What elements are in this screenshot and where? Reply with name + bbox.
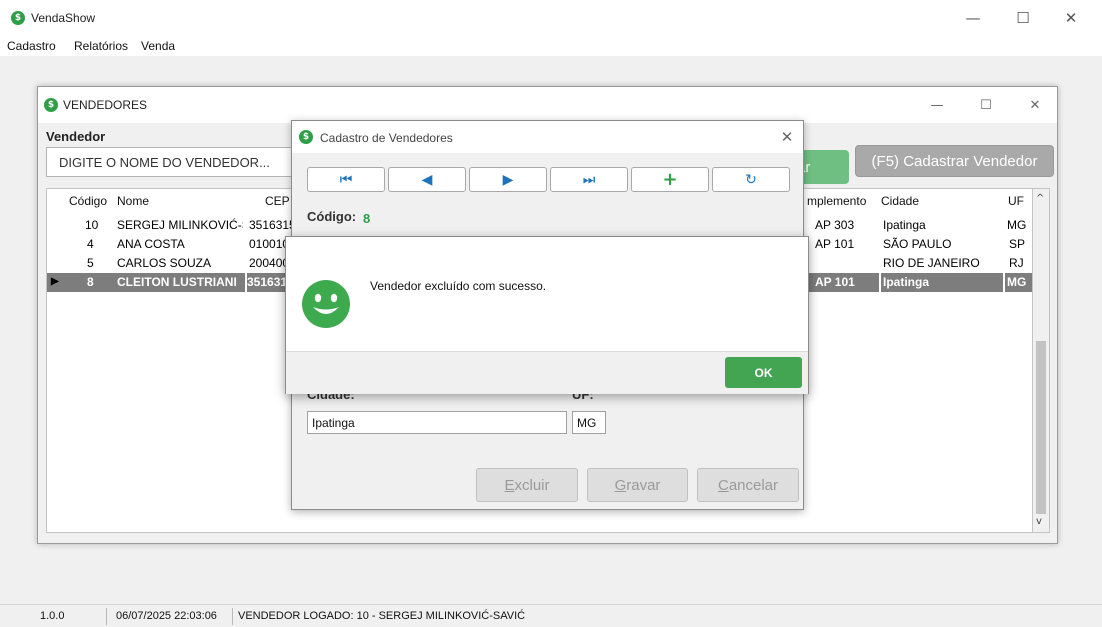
grid-vertical-scrollbar[interactable]: ^ v: [1033, 188, 1050, 533]
codigo-value: 8: [363, 211, 371, 226]
cell-uf: MG: [1007, 275, 1027, 289]
refresh-button[interactable]: ↻: [712, 167, 790, 192]
vendedor-label: Vendedor: [46, 129, 106, 144]
cadastro-titlebar: $ Cadastro de Vendedores: [292, 121, 803, 153]
window-title: VendaShow: [31, 11, 96, 25]
cell-codigo: 5: [87, 256, 94, 270]
menu-relatorios[interactable]: Relatórios: [74, 39, 128, 53]
gravar-button[interactable]: Gravar: [587, 468, 688, 502]
cell-uf: MG: [1007, 218, 1027, 232]
uf-input[interactable]: MG: [572, 411, 606, 434]
app-logo-icon: $: [44, 98, 58, 112]
cell-nome: CLEITON LUSTRIANI: [117, 275, 237, 289]
status-bar: 1.0.0 06/07/2025 22:03:06 VENDEDOR LOGAD…: [0, 604, 1102, 627]
cidade-input[interactable]: Ipatinga: [307, 411, 567, 434]
header-uf[interactable]: UF: [1008, 194, 1024, 208]
vendedores-titlebar: $ VENDEDORES — ☐ ✕: [38, 87, 1057, 123]
scroll-thumb[interactable]: [1036, 341, 1046, 514]
message-dialog: Vendedor excluído com sucesso. OK: [285, 236, 809, 394]
last-icon: ⏭: [582, 171, 596, 188]
cadastro-title: Cadastro de Vendedores: [320, 131, 453, 145]
previous-icon: ◀: [421, 171, 433, 188]
previous-record-button[interactable]: ◀: [388, 167, 466, 192]
ok-button[interactable]: OK: [725, 357, 802, 388]
menu-bar: Cadastro Relatórios Venda: [0, 36, 1102, 56]
cell-codigo: 4: [87, 237, 94, 251]
plus-icon: +: [662, 169, 678, 190]
cell-cidade: Ipatinga: [883, 218, 926, 232]
main-titlebar: $ VendaShow — ☐ ✕: [0, 0, 1102, 36]
header-nome[interactable]: Nome: [117, 194, 149, 208]
cell-uf: SP: [1009, 237, 1026, 251]
cadastro-close-button[interactable]: ✕: [775, 126, 799, 148]
cell-codigo: 10: [85, 218, 99, 232]
header-cidade[interactable]: Cidade: [881, 194, 919, 208]
cell-cidade: Ipatinga: [883, 275, 930, 289]
refresh-icon: ↻: [745, 171, 757, 188]
close-button[interactable]: ✕: [1048, 4, 1094, 32]
menu-venda[interactable]: Venda: [141, 39, 175, 53]
cell-nome: CARLOS SOUZA: [117, 256, 212, 270]
app-logo-icon: $: [11, 11, 25, 25]
maximize-button[interactable]: ☐: [1000, 4, 1046, 32]
header-complemento[interactable]: mplemento: [807, 194, 866, 208]
cell-codigo: 8: [87, 275, 94, 289]
child-minimize-button[interactable]: —: [922, 95, 952, 115]
child-close-button[interactable]: ✕: [1020, 95, 1050, 115]
cell-nome: ANA COSTA: [117, 237, 185, 251]
cell-cep: 35163153: [249, 218, 293, 232]
app-logo-icon: $: [299, 130, 313, 144]
codigo-label: Código:: [307, 209, 357, 224]
next-icon: ▶: [502, 171, 514, 188]
cell-nome: SERGEJ MILINKOVIĆ-SAVIĆ: [117, 218, 243, 232]
vendedor-search-input[interactable]: DIGITE O NOME DO VENDEDOR...: [46, 147, 316, 177]
row-indicator-icon: ▶: [51, 276, 59, 287]
scroll-down-icon[interactable]: v: [1036, 516, 1042, 527]
smiley-icon: [302, 280, 350, 328]
cell-complemento: AP 303: [815, 218, 855, 232]
cadastrar-vendedor-label: (F5) Cadastrar Vendedor: [871, 152, 1038, 170]
next-record-button[interactable]: ▶: [469, 167, 547, 192]
last-record-button[interactable]: ⏭: [550, 167, 628, 192]
cell-uf: RJ: [1009, 256, 1024, 270]
minimize-button[interactable]: —: [950, 4, 996, 32]
scroll-up-icon[interactable]: ^: [1036, 193, 1044, 204]
logged-user-text: VENDEDOR LOGADO: 10 - SERGEJ MILINKOVIĆ-…: [238, 610, 526, 622]
cell-complemento: AP 101: [815, 237, 855, 251]
cadastrar-vendedor-button[interactable]: (F5) Cadastrar Vendedor: [855, 145, 1054, 177]
cell-complemento: AP 101: [815, 275, 855, 289]
version-text: 1.0.0: [40, 610, 65, 622]
child-maximize-button[interactable]: ☐: [971, 95, 1001, 115]
cancelar-button[interactable]: Cancelar: [697, 468, 799, 502]
add-record-button[interactable]: +: [631, 167, 709, 192]
header-cep[interactable]: CEP: [265, 194, 290, 208]
message-text: Vendedor excluído com sucesso.: [370, 279, 547, 293]
ok-label: OK: [754, 365, 773, 380]
excluir-button[interactable]: Excluir: [476, 468, 578, 502]
vendedores-title: VENDEDORES: [63, 98, 148, 112]
first-record-button[interactable]: ⏮: [307, 167, 385, 192]
cell-cidade: SÃO PAULO: [883, 237, 952, 251]
datetime-text: 06/07/2025 22:03:06: [116, 610, 217, 622]
first-icon: ⏮: [339, 171, 353, 188]
menu-cadastro[interactable]: Cadastro: [7, 39, 56, 53]
header-codigo[interactable]: Código: [69, 194, 107, 208]
cell-cidade: RIO DE JANEIRO: [883, 256, 980, 270]
